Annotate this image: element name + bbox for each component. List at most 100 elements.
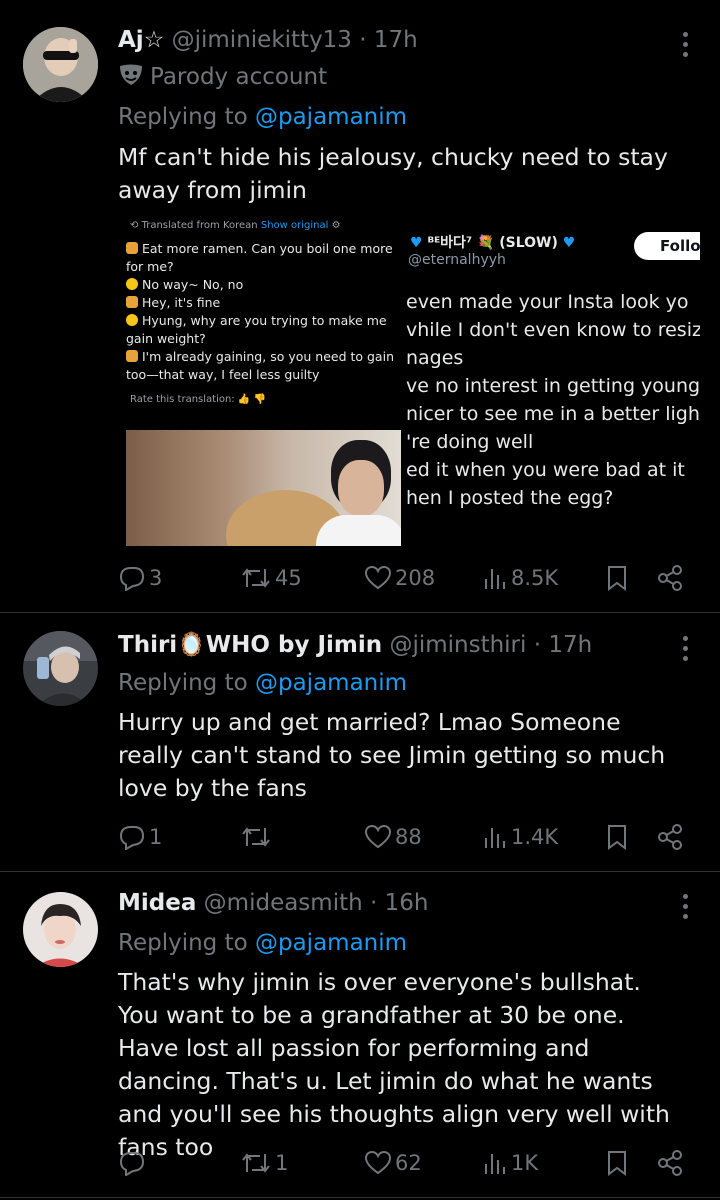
blue-heart-icon: ♥ bbox=[562, 235, 576, 251]
tweet-media[interactable]: ⟲ Translated from Korean Show original ⚙… bbox=[118, 212, 700, 546]
reply-icon bbox=[118, 565, 146, 591]
retweet-count: 1 bbox=[275, 1151, 289, 1175]
views-button[interactable]: 1.4K bbox=[482, 822, 558, 852]
replying-to: Replying to @pajamanim bbox=[118, 668, 407, 698]
tweet-header: Midea @mideasmith · 16h bbox=[118, 888, 428, 918]
chick-emoji-icon bbox=[126, 278, 138, 290]
share-button[interactable] bbox=[656, 563, 684, 593]
tweet-actions: 1 62 1K bbox=[118, 1148, 688, 1178]
views-icon bbox=[482, 565, 508, 591]
timestamp[interactable]: 16h bbox=[385, 890, 429, 916]
bookmark-button[interactable] bbox=[606, 822, 628, 852]
like-count: 208 bbox=[395, 566, 436, 590]
tweet-2[interactable]: Thiri🪞WHO by Jimin @jiminsthiri · 17h Re… bbox=[0, 613, 720, 871]
quoted-display-name: ♥ ᴮᴱ바다⁷ 💐 (SLOW) ♥ bbox=[410, 235, 576, 251]
quoted-text: even made your Insta look yo vhile I don… bbox=[406, 291, 700, 509]
tweet-text: Hurry up and get married? Lmao Someone r… bbox=[118, 708, 666, 802]
tweet-actions: 1 88 1.4K bbox=[118, 822, 688, 852]
user-handle[interactable]: @jiminiekitty13 bbox=[172, 27, 352, 53]
display-name[interactable]: Thiri🪞WHO by Jimin bbox=[118, 632, 382, 658]
separator-dot: · bbox=[533, 632, 542, 658]
tiger-emoji-icon bbox=[126, 242, 138, 254]
more-options-icon[interactable] bbox=[680, 636, 690, 661]
like-count: 88 bbox=[395, 825, 422, 849]
tweet-header: Thiri🪞WHO by Jimin @jiminsthiri · 17h bbox=[118, 630, 592, 660]
parody-label: Parody account bbox=[150, 64, 328, 90]
quoted-post-screenshot: ♥ ᴮᴱ바다⁷ 💐 (SLOW) ♥ @eternalhyyh Follo ev… bbox=[406, 212, 700, 546]
share-button[interactable] bbox=[656, 1148, 684, 1178]
retweet-button[interactable]: 1 bbox=[240, 1148, 288, 1178]
translation-line: Eat more ramen. Can you boil one more fo… bbox=[126, 241, 393, 274]
translation-line: Hey, it's fine bbox=[126, 294, 406, 312]
tiger-emoji-icon bbox=[126, 296, 138, 308]
reply-button[interactable]: 1 bbox=[118, 822, 162, 852]
replying-prefix: Replying to bbox=[118, 930, 248, 956]
retweet-icon bbox=[240, 565, 272, 591]
translate-icon: ⟲ bbox=[130, 220, 139, 231]
replying-to: Replying to @pajamanim bbox=[118, 928, 407, 958]
views-count: 8.5K bbox=[511, 566, 559, 590]
views-count: 1K bbox=[511, 1151, 539, 1175]
bookmark-icon bbox=[606, 823, 628, 851]
reply-count: 1 bbox=[149, 825, 163, 849]
avatar[interactable] bbox=[23, 892, 98, 967]
retweet-icon bbox=[240, 1150, 272, 1176]
tiger-emoji-icon bbox=[126, 350, 138, 362]
heart-icon bbox=[364, 1150, 392, 1176]
like-button[interactable]: 88 bbox=[364, 822, 422, 852]
theater-masks-icon bbox=[118, 63, 144, 95]
chick-emoji-icon bbox=[126, 314, 138, 326]
views-button[interactable]: 1K bbox=[482, 1148, 538, 1178]
replying-prefix: Replying to bbox=[118, 104, 248, 130]
bookmark-button[interactable] bbox=[606, 1148, 628, 1178]
views-count: 1.4K bbox=[511, 825, 559, 849]
bookmark-icon bbox=[606, 1149, 628, 1177]
tweet-text: Mf can't hide his jealousy, chucky need … bbox=[118, 143, 668, 204]
parody-badge: Parody account bbox=[118, 62, 327, 95]
tweet-text: That's why jimin is over everyone's bull… bbox=[118, 968, 670, 1161]
views-icon bbox=[482, 1150, 508, 1176]
share-icon bbox=[656, 823, 684, 851]
reply-target-link[interactable]: @pajamanim bbox=[255, 670, 407, 696]
translation-header: ⟲ Translated from Korean Show original ⚙ bbox=[130, 220, 341, 231]
translation-line: No way~ No, no bbox=[126, 276, 406, 294]
bookmark-button[interactable] bbox=[606, 563, 628, 593]
tweet-header: Aj☆ @jiminiekitty13 · 17h bbox=[118, 25, 418, 55]
timestamp[interactable]: 17h bbox=[548, 632, 592, 658]
translation-line: I'm already gaining, so you need to gain… bbox=[126, 349, 394, 382]
tweet-1[interactable]: Aj☆ @jiminiekitty13 · 17h Parody account… bbox=[0, 0, 720, 612]
more-options-icon[interactable] bbox=[680, 32, 690, 57]
user-handle[interactable]: @mideasmith bbox=[204, 890, 363, 916]
thumbs-up-icon: 👍 bbox=[237, 394, 251, 405]
settings-icon: ⚙ bbox=[331, 220, 341, 231]
share-icon bbox=[656, 564, 684, 592]
tweet-3[interactable]: Midea @mideasmith · 16h Replying to @paj… bbox=[0, 872, 720, 1200]
display-name[interactable]: Aj☆ bbox=[118, 27, 164, 53]
translated-from: Translated from Korean bbox=[141, 220, 258, 231]
separator-dot: · bbox=[370, 890, 378, 916]
share-icon bbox=[656, 1149, 684, 1177]
reply-target-link[interactable]: @pajamanim bbox=[255, 930, 407, 956]
reply-target-link[interactable]: @pajamanim bbox=[255, 104, 407, 130]
retweet-button[interactable] bbox=[240, 822, 275, 852]
retweet-count: 45 bbox=[275, 566, 302, 590]
retweet-button[interactable]: 45 bbox=[240, 563, 302, 593]
views-button[interactable]: 8.5K bbox=[482, 563, 558, 593]
separator-dot: · bbox=[359, 27, 367, 53]
share-button[interactable] bbox=[656, 822, 684, 852]
display-name[interactable]: Midea bbox=[118, 890, 196, 916]
avatar[interactable] bbox=[23, 27, 98, 102]
like-button[interactable]: 208 bbox=[364, 563, 435, 593]
rate-translation: Rate this translation: 👍 👎 bbox=[130, 394, 266, 405]
tweet-divider bbox=[0, 1197, 720, 1198]
avatar[interactable] bbox=[23, 631, 98, 706]
timestamp[interactable]: 17h bbox=[374, 27, 418, 53]
more-options-icon[interactable] bbox=[680, 894, 690, 919]
user-handle[interactable]: @jiminsthiri bbox=[389, 632, 526, 658]
reply-button[interactable] bbox=[118, 1148, 149, 1178]
replying-prefix: Replying to bbox=[118, 670, 248, 696]
replying-to: Replying to @pajamanim bbox=[118, 102, 407, 132]
translation-screenshot: ⟲ Translated from Korean Show original ⚙… bbox=[118, 212, 408, 546]
reply-button[interactable]: 3 bbox=[118, 563, 162, 593]
like-button[interactable]: 62 bbox=[364, 1148, 422, 1178]
